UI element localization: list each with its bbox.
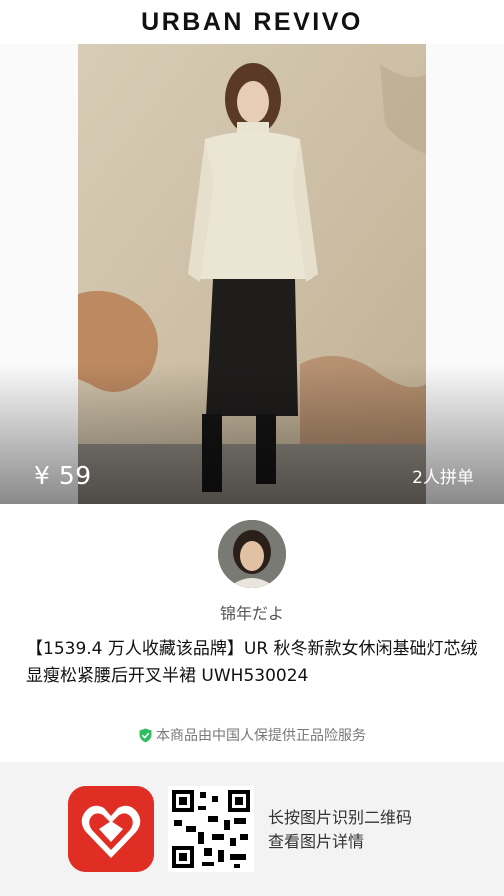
product-title: 【1539.4 万人收藏该品牌】UR 秋冬新款女休闲基础灯芯绒显瘦松紧腰后开叉半… xyxy=(26,639,478,686)
share-footer: 长按图片识别二维码 查看图片详情 xyxy=(0,762,504,896)
product-hero-image[interactable]: ¥ 59 2人拼单 xyxy=(0,44,504,504)
guarantee-row[interactable]: 本商品由中国人保提供正品险服务 xyxy=(0,724,504,746)
product-price: ¥ 59 xyxy=(34,461,92,490)
shield-check-icon xyxy=(138,728,153,743)
qr-hint-line2: 查看图片详情 xyxy=(268,832,365,851)
brand-logo-text: URBAN REVIVO xyxy=(141,7,363,36)
qr-hint-line1: 长按图片识别二维码 xyxy=(268,808,413,827)
qr-code-icon[interactable] xyxy=(168,786,254,872)
seller-avatar[interactable] xyxy=(218,520,286,588)
seller-name: 锦年だよ xyxy=(219,604,284,623)
group-buy-label[interactable]: 2人拼单 xyxy=(412,463,474,488)
pinduoduo-logo-icon xyxy=(68,786,154,872)
qr-hint: 长按图片识别二维码 查看图片详情 xyxy=(268,806,412,854)
guarantee-text: 本商品由中国人保提供正品险服务 xyxy=(156,728,366,744)
